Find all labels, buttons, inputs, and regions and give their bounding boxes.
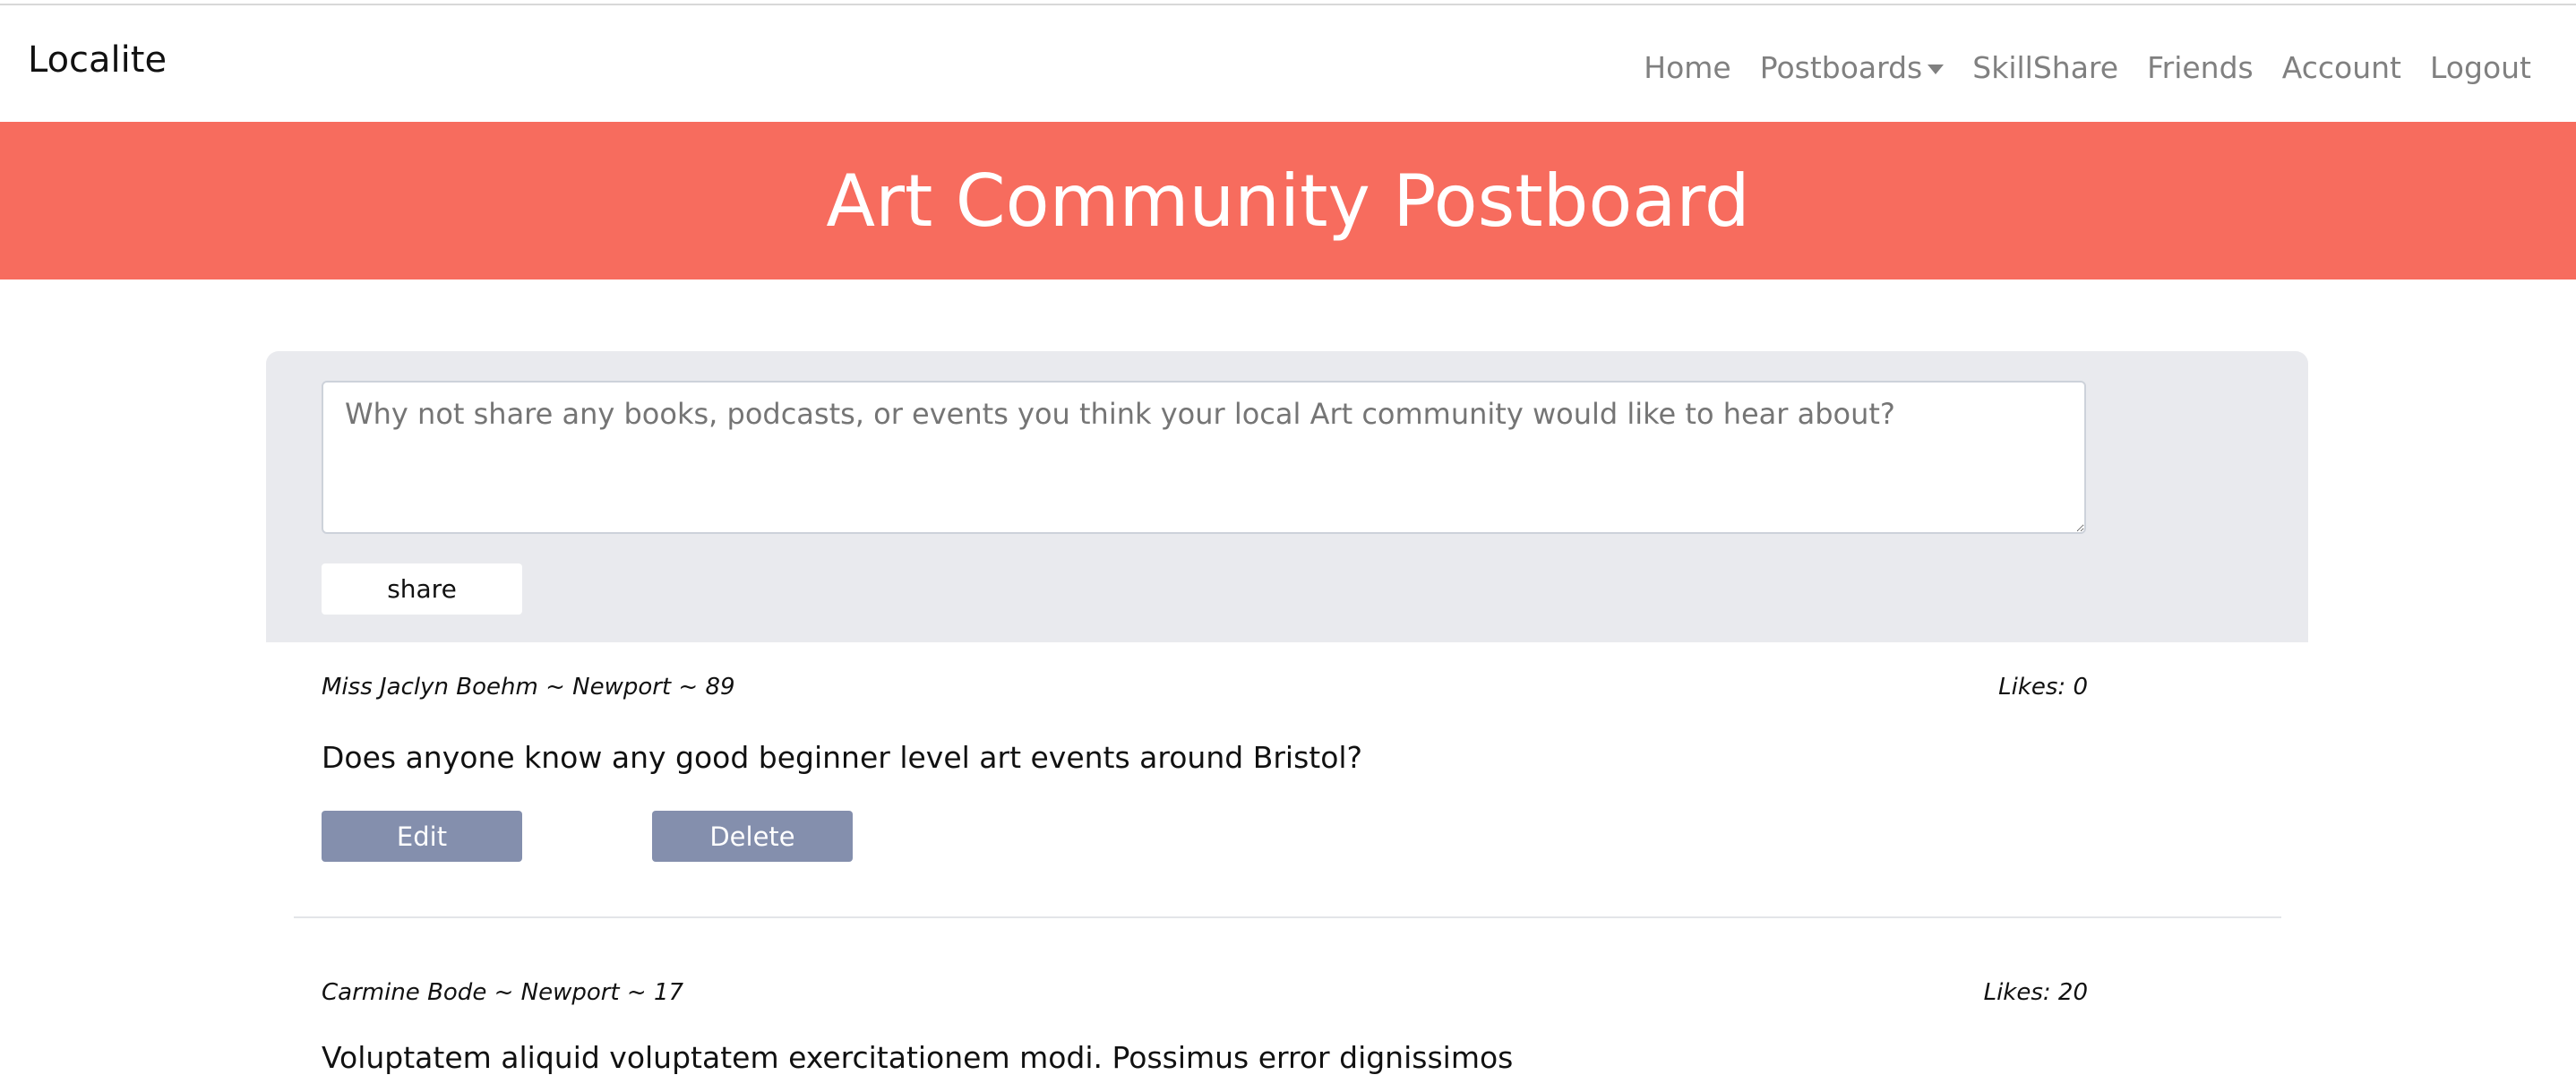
post-item: Miss Jaclyn Boehm ~ Newport ~ 89 Likes: 0… xyxy=(322,674,2088,862)
brand-logo[interactable]: Localite xyxy=(28,39,167,81)
post-input[interactable] xyxy=(322,381,2086,534)
nav-skillshare[interactable]: SkillShare xyxy=(1972,50,2118,85)
nav-home[interactable]: Home xyxy=(1644,50,1730,85)
top-border xyxy=(0,0,2576,5)
nav-postboards-dropdown[interactable]: Postboards xyxy=(1760,50,1945,85)
post-content: Voluptatem aliquid voluptatem exercitati… xyxy=(322,1040,1514,1075)
nav-logout[interactable]: Logout xyxy=(2430,50,2531,85)
post-likes: Likes: 0 xyxy=(1998,674,2088,701)
post-meta: Carmine Bode ~ Newport ~ 17 xyxy=(322,979,684,1006)
delete-button[interactable]: Delete xyxy=(652,811,853,862)
share-button[interactable]: share xyxy=(322,563,522,615)
post-meta: Miss Jaclyn Boehm ~ Newport ~ 89 xyxy=(322,674,735,701)
nav-postboards-label: Postboards xyxy=(1759,50,1923,85)
nav-friends[interactable]: Friends xyxy=(2147,50,2254,85)
page-title: Art Community Postboard xyxy=(826,159,1750,243)
post-likes: Likes: 20 xyxy=(1983,979,2088,1006)
main-nav: Home Postboards SkillShare Friends Accou… xyxy=(1644,50,2531,85)
page-banner: Art Community Postboard xyxy=(0,122,2576,280)
post-item: Carmine Bode ~ Newport ~ 17 Likes: 20 Vol… xyxy=(322,979,2088,1075)
edit-button[interactable]: Edit xyxy=(322,811,522,862)
composer-panel: share xyxy=(266,351,2308,642)
caret-down-icon xyxy=(1928,64,1945,74)
post-content: Does anyone know any good beginner level… xyxy=(322,740,1363,775)
nav-account[interactable]: Account xyxy=(2282,50,2401,85)
post-divider xyxy=(294,916,2281,918)
